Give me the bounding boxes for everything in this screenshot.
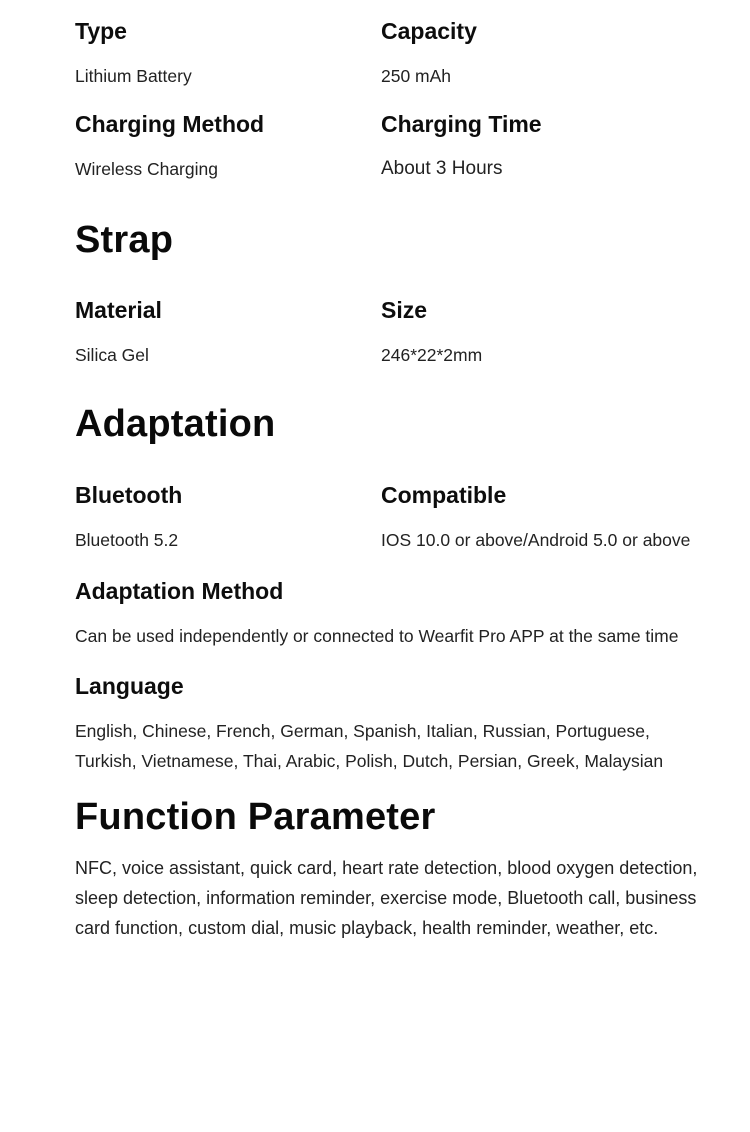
language-line-1: English, Chinese, French, German, Spanis… [75, 721, 650, 741]
bluetooth-value: Bluetooth 5.2 [75, 530, 179, 550]
language-line-2: Turkish, Vietnamese, Thai, Arabic, Polis… [75, 751, 664, 771]
size-value: 246*22*2mm [381, 345, 483, 365]
charging-method-value: Wireless Charging [75, 159, 218, 179]
language-label: Language [75, 673, 184, 699]
function-line-1: NFC, voice assistant, quick card, heart … [75, 858, 698, 878]
function-parameter-heading: Function Parameter [75, 796, 436, 838]
function-line-2: sleep detection, information reminder, e… [75, 888, 697, 908]
type-value: Lithium Battery [75, 66, 192, 86]
adaptation-method-value: Can be used independently or connected t… [75, 626, 679, 646]
size-label: Size [381, 297, 428, 323]
material-label: Material [75, 297, 162, 323]
type-label: Type [75, 18, 127, 44]
strap-heading: Strap [75, 219, 174, 261]
adaptation-heading: Adaptation [75, 403, 276, 445]
compatible-value: IOS 10.0 or above/Android 5.0 or above [381, 530, 691, 550]
capacity-value: 250 mAh [381, 66, 452, 86]
charging-time-value: About 3 Hours [381, 158, 503, 179]
capacity-label: Capacity [381, 18, 477, 44]
material-value: Silica Gel [75, 345, 149, 365]
charging-method-label: Charging Method [75, 111, 265, 137]
function-line-3: card function, custom dial, music playba… [75, 918, 659, 938]
bluetooth-label: Bluetooth [75, 482, 183, 508]
adaptation-method-label: Adaptation Method [75, 578, 284, 604]
compatible-label: Compatible [381, 482, 507, 508]
charging-time-label: Charging Time [381, 111, 542, 137]
